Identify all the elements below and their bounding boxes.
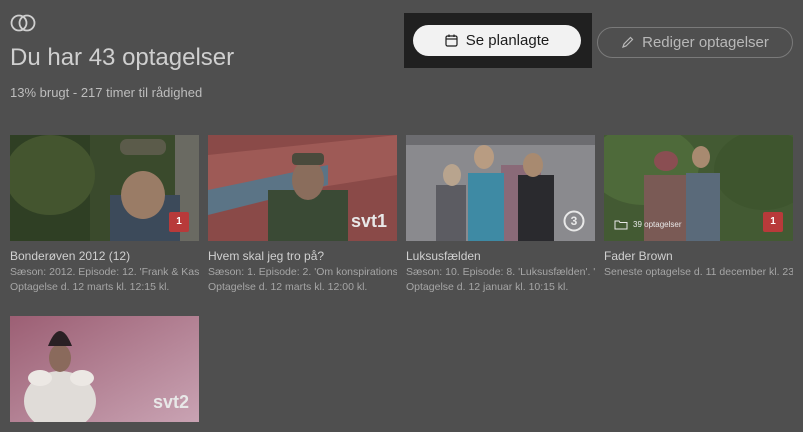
recording-title: Hvem skal jeg tro på? (208, 249, 325, 263)
recording-date: Optagelse d. 12 januar kl. 10:15 kl. (406, 281, 569, 293)
edit-recordings-button-label: Rediger optagelser (642, 34, 769, 51)
recording-thumbnail: 3 (406, 135, 595, 241)
scheduled-button[interactable]: Se planlagte (413, 25, 581, 56)
recording-info: Seneste optagelse d. 11 december kl. 23 (604, 266, 793, 278)
storage-usage: 13% brugt - 217 timer til rådighed (10, 85, 203, 100)
recording-card[interactable]: 3 Luksusfælden Sæson: 10. Episode: 8. 'L… (406, 135, 595, 293)
channel-logo-dr1: 1 (169, 212, 189, 232)
folder-count: 39 optagelser (633, 220, 682, 229)
svg-text:1: 1 (176, 216, 182, 227)
recording-title: Luksusfælden (406, 249, 481, 263)
recording-info: Sæson: 10. Episode: 8. 'Luksusfælden'. ' (406, 266, 595, 278)
svg-text:1: 1 (770, 216, 776, 227)
pencil-icon (622, 36, 634, 48)
channel-logo-svt1: svt1 (350, 211, 387, 231)
recording-series-card[interactable]: 39 optagelser 1 Fader Brown Seneste opta… (604, 135, 793, 278)
recording-card[interactable]: svt1 Hvem skal jeg tro på? Sæson: 1. Epi… (208, 135, 397, 293)
scheduled-button-label: Se planlagte (465, 32, 550, 49)
recording-info: Sæson: 2012. Episode: 12. 'Frank & Kast (10, 266, 199, 278)
recording-thumbnail: svt2 (10, 316, 199, 422)
recording-thumbnail: 1 (10, 135, 199, 241)
channel-logo-svt2: svt2 (152, 392, 189, 412)
recording-info: Sæson: 1. Episode: 2. 'Om konspirations (208, 266, 397, 278)
recording-thumbnail: svt1 (208, 135, 397, 241)
svg-text:3: 3 (571, 214, 578, 228)
recording-card[interactable]: 1 Bonderøven 2012 (12) Sæson: 2012. Epis… (10, 135, 199, 293)
recording-title: Fader Brown (604, 249, 673, 263)
recording-date: Optagelse d. 12 marts kl. 12:00 kl. (208, 281, 368, 293)
channel-logo-dr1: 1 (763, 212, 783, 232)
series-folder: 39 optagelser (614, 219, 681, 230)
page-title: Du har 43 optagelser (10, 44, 235, 71)
recording-date: Optagelse d. 12 marts kl. 12:15 kl. (10, 281, 170, 293)
recording-card[interactable]: svt2 (10, 316, 199, 430)
recording-title: Bonderøven 2012 (12) (10, 249, 131, 263)
calendar-icon (445, 34, 458, 47)
toggle-rings-icon (10, 14, 36, 32)
edit-recordings-button[interactable]: Rediger optagelser (597, 27, 793, 58)
recording-thumbnail: 39 optagelser 1 (604, 135, 793, 241)
channel-logo-tv3: 3 (563, 210, 585, 232)
folder-icon (614, 220, 628, 230)
